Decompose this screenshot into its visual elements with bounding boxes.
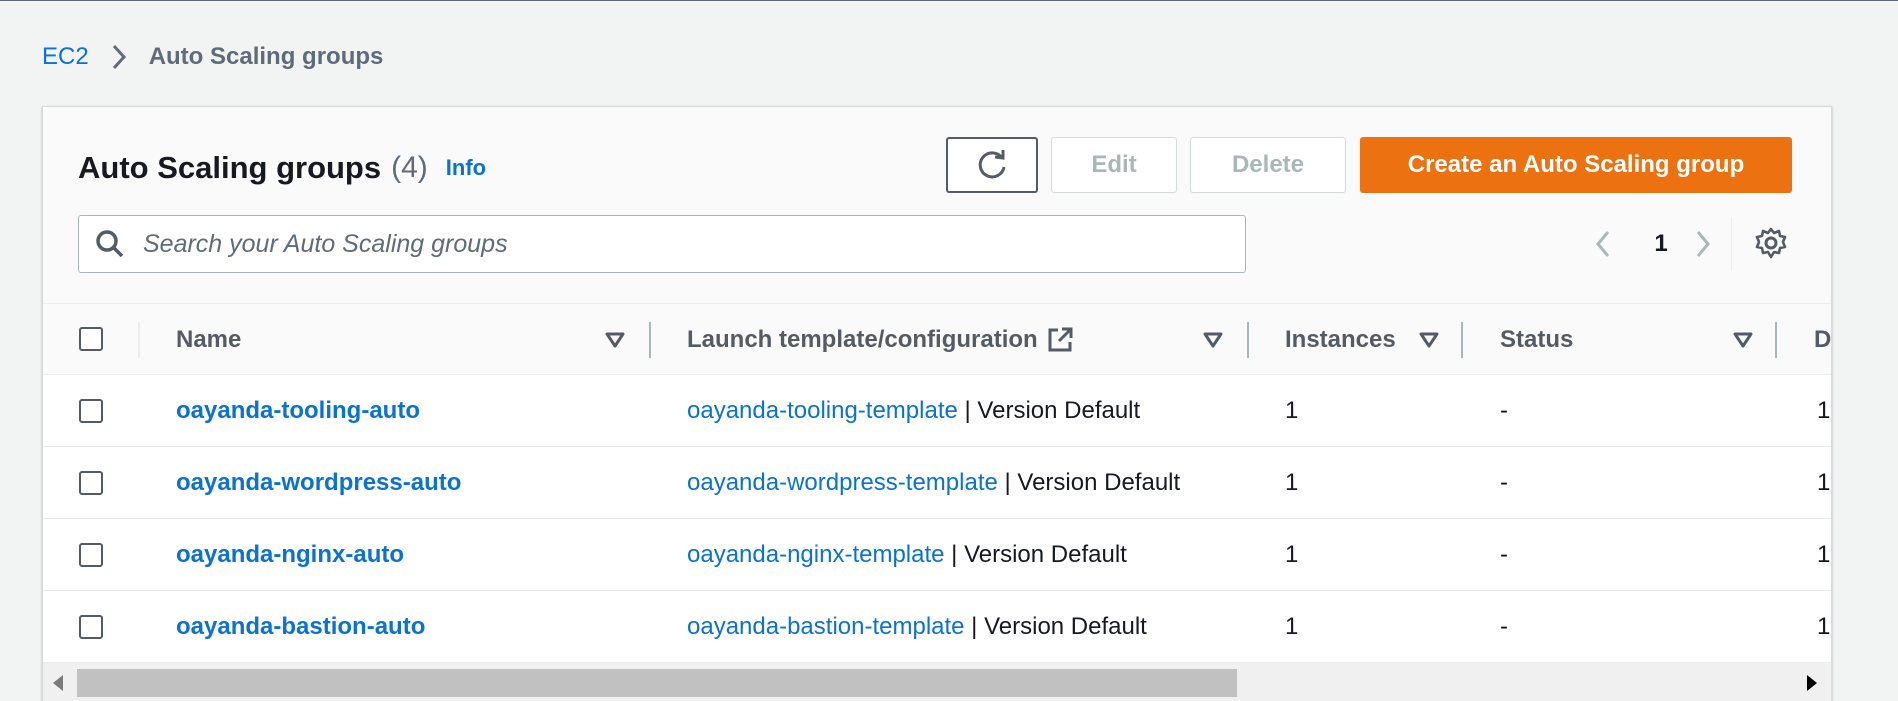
column-divider[interactable] — [649, 322, 651, 358]
scrollbar-thumb[interactable] — [77, 669, 1237, 697]
instances-count: 1 — [1285, 613, 1299, 640]
group-name-link[interactable]: oayanda-bastion-auto — [176, 613, 425, 641]
column-divider[interactable] — [1461, 322, 1463, 358]
row-checkbox[interactable] — [79, 543, 103, 567]
group-name-link[interactable]: oayanda-nginx-auto — [176, 541, 404, 569]
template-version: | Version Default — [944, 541, 1127, 568]
instances-count: 1 — [1285, 397, 1299, 424]
search-input[interactable] — [141, 228, 1225, 260]
create-auto-scaling-group-button[interactable]: Create an Auto Scaling group — [1360, 137, 1792, 193]
search-icon — [96, 230, 124, 258]
breadcrumb-ec2-link[interactable]: EC2 — [42, 43, 89, 71]
breadcrumb: EC2 Auto Scaling groups — [42, 40, 383, 74]
launch-template-link[interactable]: oayanda-bastion-template — [687, 613, 965, 641]
chevron-left-icon — [1596, 231, 1610, 257]
sort-down-icon[interactable] — [1731, 328, 1755, 352]
scroll-right-arrow-icon[interactable] — [1807, 675, 1817, 691]
status-value: - — [1500, 397, 1508, 424]
table-header: Name Launch template/configuration Insta… — [43, 303, 1831, 375]
column-divider — [138, 322, 140, 358]
title-row: Auto Scaling groups (4) Info — [78, 143, 486, 193]
row-checkbox[interactable] — [79, 399, 103, 423]
row-checkbox[interactable] — [79, 615, 103, 639]
status-value: - — [1500, 613, 1508, 640]
template-version: | Version Default — [957, 397, 1141, 424]
info-link[interactable]: Info — [446, 155, 486, 181]
scroll-left-arrow-icon[interactable] — [53, 675, 63, 691]
template-version: | Version Default — [964, 613, 1147, 640]
status-value: - — [1500, 541, 1508, 568]
template-version: | Version Default — [997, 469, 1181, 496]
column-header-next[interactable]: D — [1814, 304, 1831, 376]
page-number-1[interactable]: 1 — [1641, 219, 1681, 269]
auto-scaling-groups-panel: Auto Scaling groups (4) Info Edit Delete… — [42, 106, 1832, 701]
group-name-link[interactable]: oayanda-tooling-auto — [176, 397, 420, 425]
launch-template-link[interactable]: oayanda-wordpress-template — [687, 469, 998, 497]
table-row: oayanda-bastion-auto oayanda-bastion-tem… — [43, 591, 1831, 663]
column-divider[interactable] — [1247, 322, 1249, 358]
table-row: oayanda-wordpress-auto oayanda-wordpress… — [43, 447, 1831, 519]
launch-template-link[interactable]: oayanda-tooling-template — [687, 397, 958, 425]
refresh-icon — [978, 150, 1006, 179]
launch-template-link[interactable]: oayanda-nginx-template — [687, 541, 945, 569]
table-row: oayanda-nginx-auto oayanda-nginx-templat… — [43, 519, 1831, 591]
search-box — [78, 215, 1246, 273]
next-column-value: 1 — [1817, 397, 1831, 424]
next-column-value: 1 — [1817, 469, 1831, 496]
status-value: - — [1500, 469, 1508, 496]
next-column-value: 1 — [1817, 541, 1831, 568]
edit-button[interactable]: Edit — [1051, 137, 1177, 193]
sort-down-icon[interactable] — [1201, 328, 1225, 352]
select-all-checkbox[interactable] — [79, 327, 103, 351]
chevron-right-icon — [1696, 231, 1710, 257]
breadcrumb-current: Auto Scaling groups — [148, 43, 384, 70]
horizontal-scrollbar[interactable] — [43, 663, 1831, 701]
previous-page-button[interactable] — [1583, 219, 1623, 269]
preferences-button[interactable] — [1751, 223, 1791, 263]
column-header-instances[interactable]: Instances — [1285, 304, 1396, 376]
column-header-name[interactable]: Name — [176, 304, 241, 376]
column-header-status[interactable]: Status — [1500, 304, 1573, 376]
instances-count: 1 — [1285, 541, 1299, 568]
column-header-launch-template-label: Launch template/configuration — [687, 326, 1038, 353]
table-row: oayanda-tooling-auto oayanda-tooling-tem… — [43, 375, 1831, 447]
page-title: Auto Scaling groups — [78, 150, 382, 185]
column-header-launch-template[interactable]: Launch template/configuration — [687, 304, 1074, 376]
next-column-value: 1 — [1817, 613, 1831, 640]
pager-divider — [1731, 217, 1732, 271]
sort-down-icon[interactable] — [1417, 328, 1441, 352]
group-name-link[interactable]: oayanda-wordpress-auto — [176, 469, 461, 497]
delete-button[interactable]: Delete — [1190, 137, 1346, 193]
top-border — [0, 0, 1898, 1]
sort-down-icon[interactable] — [603, 328, 627, 352]
refresh-button[interactable] — [946, 137, 1038, 193]
gear-icon — [1755, 227, 1787, 259]
next-page-button[interactable] — [1683, 219, 1723, 269]
column-divider[interactable] — [1775, 322, 1777, 358]
external-link-icon — [1048, 327, 1073, 352]
instances-count: 1 — [1285, 469, 1299, 496]
group-count: (4) — [391, 151, 428, 184]
chevron-right-icon — [101, 40, 137, 74]
row-checkbox[interactable] — [79, 471, 103, 495]
